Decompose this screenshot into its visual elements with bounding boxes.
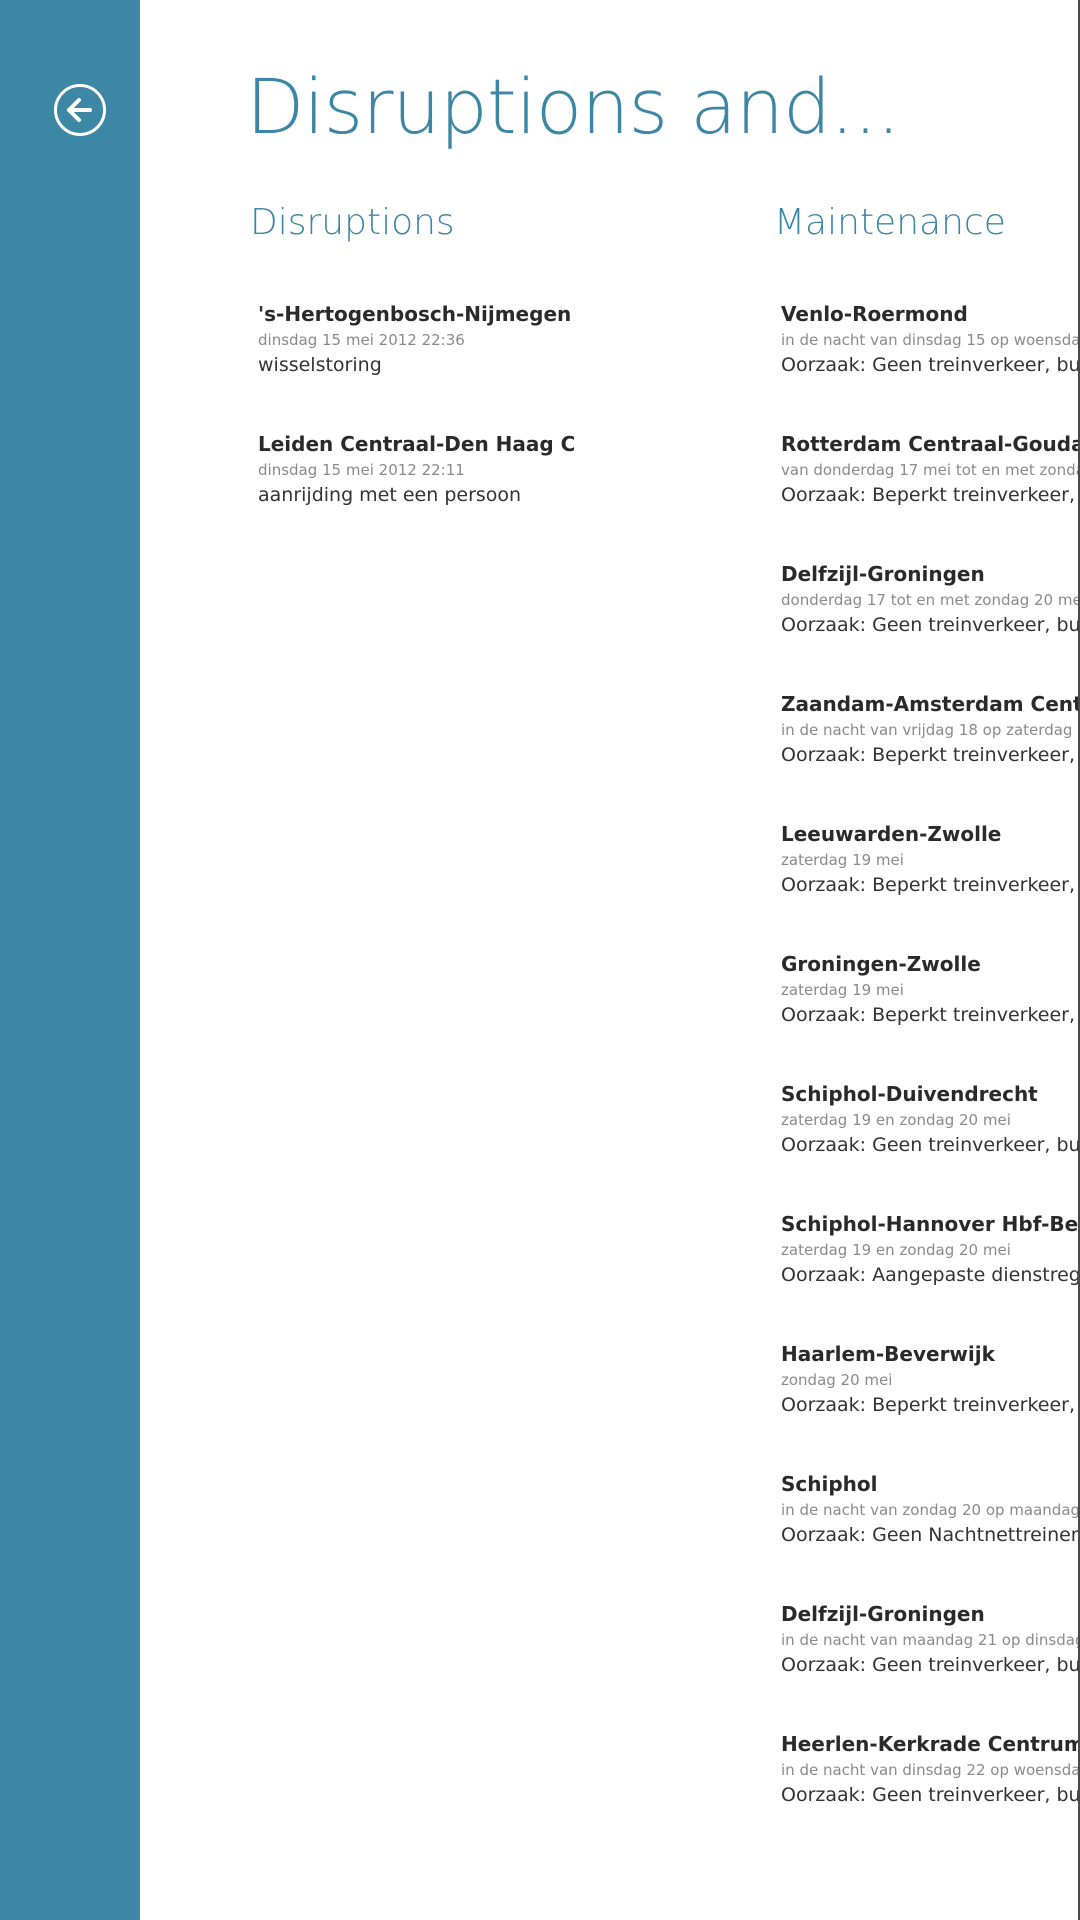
maintenance-item[interactable]: Haarlem-Beverwijk zondag 20 mei Oorzaak: B… bbox=[781, 1338, 1080, 1468]
item-description: wisselstoring bbox=[258, 354, 382, 376]
item-title: Delfzijl-Groningen bbox=[781, 562, 985, 586]
item-title: Schiphol bbox=[781, 1472, 878, 1496]
item-title: Heerlen-Kerkrade Centrum bbox=[781, 1732, 1080, 1756]
maintenance-list: Venlo-Roermond in de nacht van dinsdag 15… bbox=[781, 298, 1080, 1858]
item-date: dinsdag 15 mei 2012 22:36 bbox=[258, 331, 465, 349]
item-description: Oorzaak: Geen treinverkeer, busin bbox=[781, 1134, 1080, 1156]
item-title: Leeuwarden-Zwolle bbox=[781, 822, 1002, 846]
item-date: in de nacht van zondag 20 op maandag bbox=[781, 1501, 1080, 1519]
maintenance-item[interactable]: Schiphol in de nacht van zondag 20 op maa… bbox=[781, 1468, 1080, 1598]
maintenance-header[interactable]: Maintenance bbox=[774, 202, 1006, 243]
maintenance-item[interactable]: Heerlen-Kerkrade Centrum in de nacht van … bbox=[781, 1728, 1080, 1858]
page-title: Disruptions and... bbox=[246, 62, 901, 151]
item-date: donderdag 17 tot en met zondag 20 mei bbox=[781, 591, 1080, 609]
item-title: Rotterdam Centraal-Gouda-Utr bbox=[781, 432, 1078, 456]
item-description: Oorzaak: Aangepaste dienstregel bbox=[781, 1264, 1080, 1286]
item-description: Oorzaak: Beperkt treinverkeer, bu bbox=[781, 1394, 1080, 1416]
item-description: Oorzaak: Beperkt treinverkeer, bu bbox=[781, 874, 1080, 896]
maintenance-item[interactable]: Venlo-Roermond in de nacht van dinsdag 15… bbox=[781, 298, 1080, 428]
item-title: Zaandam-Amsterdam Centraal bbox=[781, 692, 1080, 716]
item-title: Haarlem-Beverwijk bbox=[781, 1342, 995, 1366]
item-date: in de nacht van maandag 21 op dinsdag bbox=[781, 1631, 1080, 1649]
item-title: Schiphol-Duivendrecht bbox=[781, 1082, 1038, 1106]
disruption-item[interactable]: 's-Hertogenbosch-Nijmegen dinsdag 15 mei … bbox=[258, 298, 718, 428]
item-title: Schiphol-Hannover Hbf-Berlin bbox=[781, 1212, 1079, 1236]
disruptions-header[interactable]: Disruptions bbox=[250, 202, 455, 243]
item-date: zaterdag 19 mei bbox=[781, 851, 904, 869]
item-title: Delfzijl-Groningen bbox=[781, 1602, 985, 1626]
maintenance-item[interactable]: Schiphol-Duivendrecht zaterdag 19 en zond… bbox=[781, 1078, 1080, 1208]
main-content: Disruptions and... Disruptions Maintenan… bbox=[140, 0, 1080, 1920]
item-date: in de nacht van vrijdag 18 op zaterdag 1… bbox=[781, 721, 1080, 739]
item-description: Oorzaak: Geen treinverkeer, busin bbox=[781, 1654, 1080, 1676]
back-button[interactable] bbox=[54, 84, 106, 136]
item-date: zondag 20 mei bbox=[781, 1371, 893, 1389]
item-description: Oorzaak: Beperkt treinverkeer, bu bbox=[781, 1004, 1080, 1026]
maintenance-item[interactable]: Delfzijl-Groningen in de nacht van maanda… bbox=[781, 1598, 1080, 1728]
item-title: Leiden Centraal-Den Haag C bbox=[258, 432, 576, 456]
item-date: in de nacht van dinsdag 15 op woensdag bbox=[781, 331, 1080, 349]
item-date: zaterdag 19 en zondag 20 mei bbox=[781, 1241, 1011, 1259]
item-description: Oorzaak: Geen treinverkeer, busin bbox=[781, 354, 1080, 376]
maintenance-item[interactable]: Zaandam-Amsterdam Centraal in de nacht va… bbox=[781, 688, 1080, 818]
disruptions-list: 's-Hertogenbosch-Nijmegen dinsdag 15 mei … bbox=[258, 298, 718, 558]
maintenance-item[interactable]: Groningen-Zwolle zaterdag 19 mei Oorzaak: … bbox=[781, 948, 1080, 1078]
item-title: 's-Hertogenbosch-Nijmegen bbox=[258, 302, 572, 326]
disruption-item[interactable]: Leiden Centraal-Den Haag C dinsdag 15 mei… bbox=[258, 428, 718, 558]
item-date: zaterdag 19 mei bbox=[781, 981, 904, 999]
item-description: Oorzaak: Beperkt treinverkeer, bu bbox=[781, 484, 1080, 506]
maintenance-item[interactable]: Schiphol-Hannover Hbf-Berlin zaterdag 19 … bbox=[781, 1208, 1080, 1338]
item-description: Oorzaak: Geen Nachtnettreinen, I bbox=[781, 1524, 1080, 1546]
maintenance-item[interactable]: Delfzijl-Groningen donderdag 17 tot en me… bbox=[781, 558, 1080, 688]
item-description: Oorzaak: Geen treinverkeer, busin bbox=[781, 614, 1080, 636]
item-date: van donderdag 17 mei tot en met zonda bbox=[781, 461, 1080, 479]
maintenance-item[interactable]: Rotterdam Centraal-Gouda-Utr van donderda… bbox=[781, 428, 1080, 558]
item-description: Oorzaak: Geen treinverkeer, busin bbox=[781, 1784, 1080, 1806]
sidebar bbox=[0, 0, 140, 1920]
arrow-left-circle-icon bbox=[67, 98, 92, 122]
item-description: Oorzaak: Beperkt treinverkeer, bu bbox=[781, 744, 1080, 766]
item-title: Venlo-Roermond bbox=[781, 302, 968, 326]
item-date: dinsdag 15 mei 2012 22:11 bbox=[258, 461, 465, 479]
item-description: aanrijding met een persoon bbox=[258, 484, 522, 506]
item-date: in de nacht van dinsdag 22 op woensdag bbox=[781, 1761, 1080, 1779]
maintenance-item[interactable]: Leeuwarden-Zwolle zaterdag 19 mei Oorzaak:… bbox=[781, 818, 1080, 948]
item-date: zaterdag 19 en zondag 20 mei bbox=[781, 1111, 1011, 1129]
item-title: Groningen-Zwolle bbox=[781, 952, 981, 976]
